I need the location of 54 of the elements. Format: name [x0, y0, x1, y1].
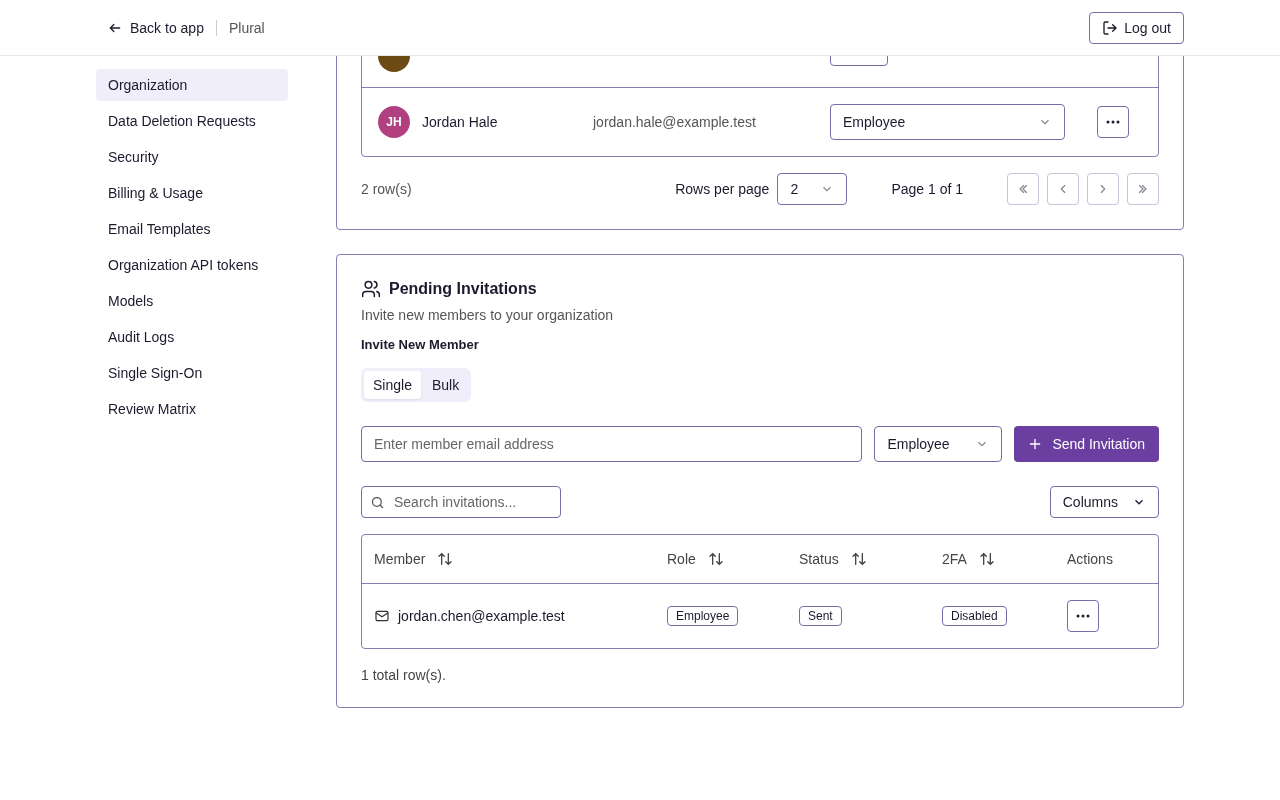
twofa-badge: Disabled — [942, 606, 1007, 626]
mail-icon — [374, 608, 390, 624]
search-icon — [370, 495, 385, 510]
card-subtitle: Invite new members to your organization — [361, 307, 615, 323]
member-name: Jordan Hale — [422, 114, 498, 130]
columns-button[interactable]: Columns — [1049, 486, 1159, 518]
sidebar-item[interactable]: Organization — [96, 69, 288, 101]
app-name: Plural — [215, 19, 265, 36]
rows-per-page-select[interactable]: 2 — [777, 173, 848, 205]
more-button[interactable] — [1097, 106, 1129, 138]
sort-icon[interactable] — [850, 551, 867, 567]
rows-per-page-label: Rows per page — [675, 181, 770, 197]
sidebar-item[interactable]: Data Deletion Requests — [96, 105, 288, 137]
sort-icon[interactable] — [437, 551, 454, 567]
form-label: Invite New Member — [361, 337, 480, 352]
status-badge: Sent — [799, 606, 842, 626]
sidebar-item[interactable]: Models — [96, 285, 288, 317]
sidebar-item[interactable]: Security — [96, 141, 288, 173]
users-icon — [361, 279, 381, 299]
member-email: jordan.hale@example.test — [593, 114, 757, 130]
more-icon — [1106, 120, 1120, 124]
column-header: Status — [799, 551, 839, 567]
sidebar-item[interactable]: Single Sign-On — [96, 357, 288, 389]
more-button[interactable] — [1067, 600, 1099, 632]
invite-email: jordan.chen@example.test — [398, 608, 565, 624]
more-icon — [1076, 614, 1090, 618]
row-count: 2 row(s) — [361, 181, 412, 197]
avatar: JH — [378, 106, 410, 138]
back-link[interactable]: Back to app — [108, 19, 204, 36]
sidebar-item[interactable]: Audit Logs — [96, 321, 288, 353]
mode-tab[interactable]: Bulk — [422, 371, 469, 399]
role-select[interactable]: Employee — [830, 104, 1065, 140]
mode-tab[interactable]: Single — [364, 371, 421, 399]
search-field[interactable]: Search invitations... — [361, 486, 561, 518]
column-header: Member — [374, 551, 426, 567]
role-select[interactable]: Employee — [874, 426, 1003, 462]
sort-icon[interactable] — [707, 551, 724, 567]
sort-icon[interactable] — [978, 551, 995, 567]
total-rows: 1 total row(s). — [361, 667, 1159, 683]
page-indicator: Page 1 of 1 — [891, 181, 963, 197]
logout-button[interactable]: Log out — [1089, 11, 1184, 44]
sidebar-item[interactable]: Review Matrix — [96, 393, 288, 425]
column-header: Actions — [1067, 551, 1113, 567]
plus-icon — [1028, 437, 1043, 451]
column-header: 2FA — [942, 551, 967, 567]
sidebar-item[interactable]: Billing & Usage — [96, 177, 288, 209]
column-header: Role — [667, 551, 696, 567]
card-title: Pending Invitations — [389, 280, 537, 298]
sidebar-item[interactable]: Organization API tokens — [96, 249, 288, 281]
logout-icon — [1102, 19, 1119, 36]
email-input[interactable]: Enter member email address — [361, 426, 863, 462]
sidebar-item[interactable]: Email Templates — [96, 213, 288, 245]
send-invitation-button[interactable]: Send Invitation — [1014, 426, 1159, 462]
role-badge: Employee — [667, 606, 739, 626]
